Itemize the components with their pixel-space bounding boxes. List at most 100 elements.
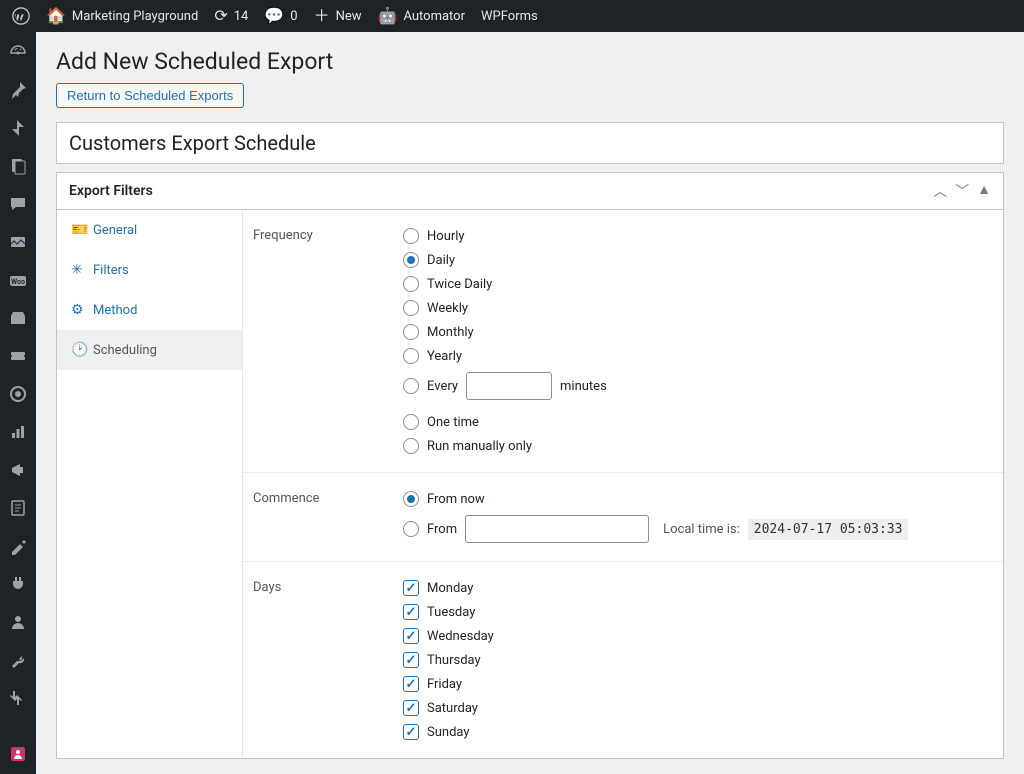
menu-appearance[interactable]: [0, 532, 36, 560]
site-name: Marketing Playground: [72, 9, 198, 24]
check-sunday[interactable]: [403, 724, 419, 740]
radio-one-time[interactable]: [403, 414, 419, 430]
input-every-minutes[interactable]: [466, 372, 552, 400]
radio-monthly[interactable]: [403, 324, 419, 340]
menu-pin[interactable]: [0, 76, 36, 104]
menu-comments[interactable]: [0, 190, 36, 218]
radio-run-manually[interactable]: [403, 438, 419, 454]
updates-count: 14: [234, 9, 249, 24]
menu-store[interactable]: [0, 304, 36, 332]
menu-marketing[interactable]: [0, 456, 36, 484]
gear-icon: ⚙: [71, 302, 85, 318]
tab-general[interactable]: 🎫General: [57, 210, 242, 250]
title-input-box[interactable]: Customers Export Schedule: [56, 122, 1004, 164]
check-saturday[interactable]: [403, 700, 419, 716]
label-hourly: Hourly: [427, 229, 465, 244]
menu-plugins[interactable]: [0, 570, 36, 598]
updates-link[interactable]: ⟳ 14: [206, 0, 256, 32]
menu-avatar[interactable]: [0, 740, 36, 768]
wordpress-icon: [12, 7, 30, 25]
menu-badge[interactable]: [0, 380, 36, 408]
label-minutes: minutes: [560, 379, 607, 394]
label-one-time: One time: [427, 415, 479, 430]
label-from-now: From now: [427, 492, 485, 507]
panel-controls: ︿ ﹀ ▲: [933, 181, 991, 201]
menu-woo[interactable]: Woo: [0, 266, 36, 294]
commence-label: Commence: [243, 491, 403, 543]
menu-dashboard[interactable]: [0, 38, 36, 66]
content-area: Add New Scheduled Export Return to Sched…: [36, 32, 1024, 774]
days-label: Days: [243, 580, 403, 740]
automator-link[interactable]: 🤖Automator: [370, 0, 473, 32]
radio-from[interactable]: [403, 521, 419, 537]
label-run-manually: Run manually only: [427, 439, 532, 454]
chevron-down-icon[interactable]: ﹀: [955, 181, 969, 201]
ticket-icon: 🎫: [71, 222, 85, 238]
wpforms-link[interactable]: WPForms: [473, 0, 546, 32]
input-from-date[interactable]: [465, 515, 649, 543]
label-monthly: Monthly: [427, 325, 474, 340]
label-daily: Daily: [427, 253, 455, 268]
schedule-title: Customers Export Schedule: [69, 131, 991, 155]
label-saturday: Saturday: [427, 701, 478, 716]
menu-forms[interactable]: [0, 494, 36, 522]
site-name-link[interactable]: 🏠 Marketing Playground: [38, 0, 206, 32]
tab-method[interactable]: ⚙Method: [57, 290, 242, 330]
check-wednesday[interactable]: [403, 628, 419, 644]
menu-pages[interactable]: [0, 152, 36, 180]
label-sunday: Sunday: [427, 725, 470, 740]
svg-text:Woo: Woo: [11, 278, 25, 286]
panel-header-title: Export Filters: [69, 183, 153, 199]
label-friday: Friday: [427, 677, 462, 692]
export-filters-panel: Export Filters ︿ ﹀ ▲ 🎫General ✳Filters ⚙…: [56, 172, 1004, 759]
frequency-label: Frequency: [243, 228, 403, 454]
new-link[interactable]: ＋New: [306, 0, 370, 32]
label-weekly: Weekly: [427, 301, 468, 316]
radio-from-now[interactable]: [403, 491, 419, 507]
return-button[interactable]: Return to Scheduled Exports: [56, 83, 244, 108]
menu-analytics[interactable]: [0, 418, 36, 446]
check-tuesday[interactable]: [403, 604, 419, 620]
tab-scheduling[interactable]: 🕑Scheduling: [57, 330, 242, 370]
sparkle-icon: ✳: [71, 262, 85, 278]
local-time-value: 2024-07-17 05:03:33: [748, 519, 909, 540]
menu-tickets[interactable]: [0, 342, 36, 370]
panel-header: Export Filters ︿ ﹀ ▲: [57, 173, 1003, 210]
label-monday: Monday: [427, 581, 473, 596]
row-days: Days Monday Tuesday Wednesday Thursday F…: [243, 562, 1003, 758]
menu-users[interactable]: [0, 608, 36, 636]
radio-daily[interactable]: [403, 252, 419, 268]
label-wednesday: Wednesday: [427, 629, 494, 644]
label-every: Every: [427, 379, 458, 394]
home-icon: 🏠: [46, 8, 66, 24]
panel-subnav: 🎫General ✳Filters ⚙Method 🕑Scheduling: [57, 210, 243, 758]
label-twice-daily: Twice Daily: [427, 277, 492, 292]
radio-every[interactable]: [403, 378, 419, 394]
wpforms-label: WPForms: [481, 9, 538, 24]
menu-jetpack[interactable]: [0, 114, 36, 142]
comment-icon: 💬: [264, 8, 284, 24]
comments-link[interactable]: 💬0: [256, 0, 305, 32]
admin-bar: 🏠Marketing Playground ⟳14 💬0 ＋New 🤖Autom…: [0, 0, 1024, 32]
admin-menu: Woo: [0, 32, 36, 774]
radio-hourly[interactable]: [403, 228, 419, 244]
robot-icon: 🤖: [378, 8, 398, 24]
refresh-icon: ⟳: [214, 8, 227, 24]
radio-yearly[interactable]: [403, 348, 419, 364]
radio-weekly[interactable]: [403, 300, 419, 316]
comments-count: 0: [290, 9, 297, 24]
check-friday[interactable]: [403, 676, 419, 692]
radio-twice-daily[interactable]: [403, 276, 419, 292]
tab-filters[interactable]: ✳Filters: [57, 250, 242, 290]
clock-icon: 🕑: [71, 342, 85, 358]
wp-logo[interactable]: [4, 0, 38, 32]
row-commence: Commence From now From Local time is: 20…: [243, 473, 1003, 562]
menu-tools[interactable]: [0, 646, 36, 674]
check-thursday[interactable]: [403, 652, 419, 668]
menu-import-export[interactable]: [0, 684, 36, 712]
menu-media[interactable]: [0, 228, 36, 256]
local-time-label: Local time is:: [663, 522, 740, 537]
triangle-up-icon[interactable]: ▲: [977, 181, 991, 201]
chevron-up-icon[interactable]: ︿: [933, 181, 947, 201]
check-monday[interactable]: [403, 580, 419, 596]
